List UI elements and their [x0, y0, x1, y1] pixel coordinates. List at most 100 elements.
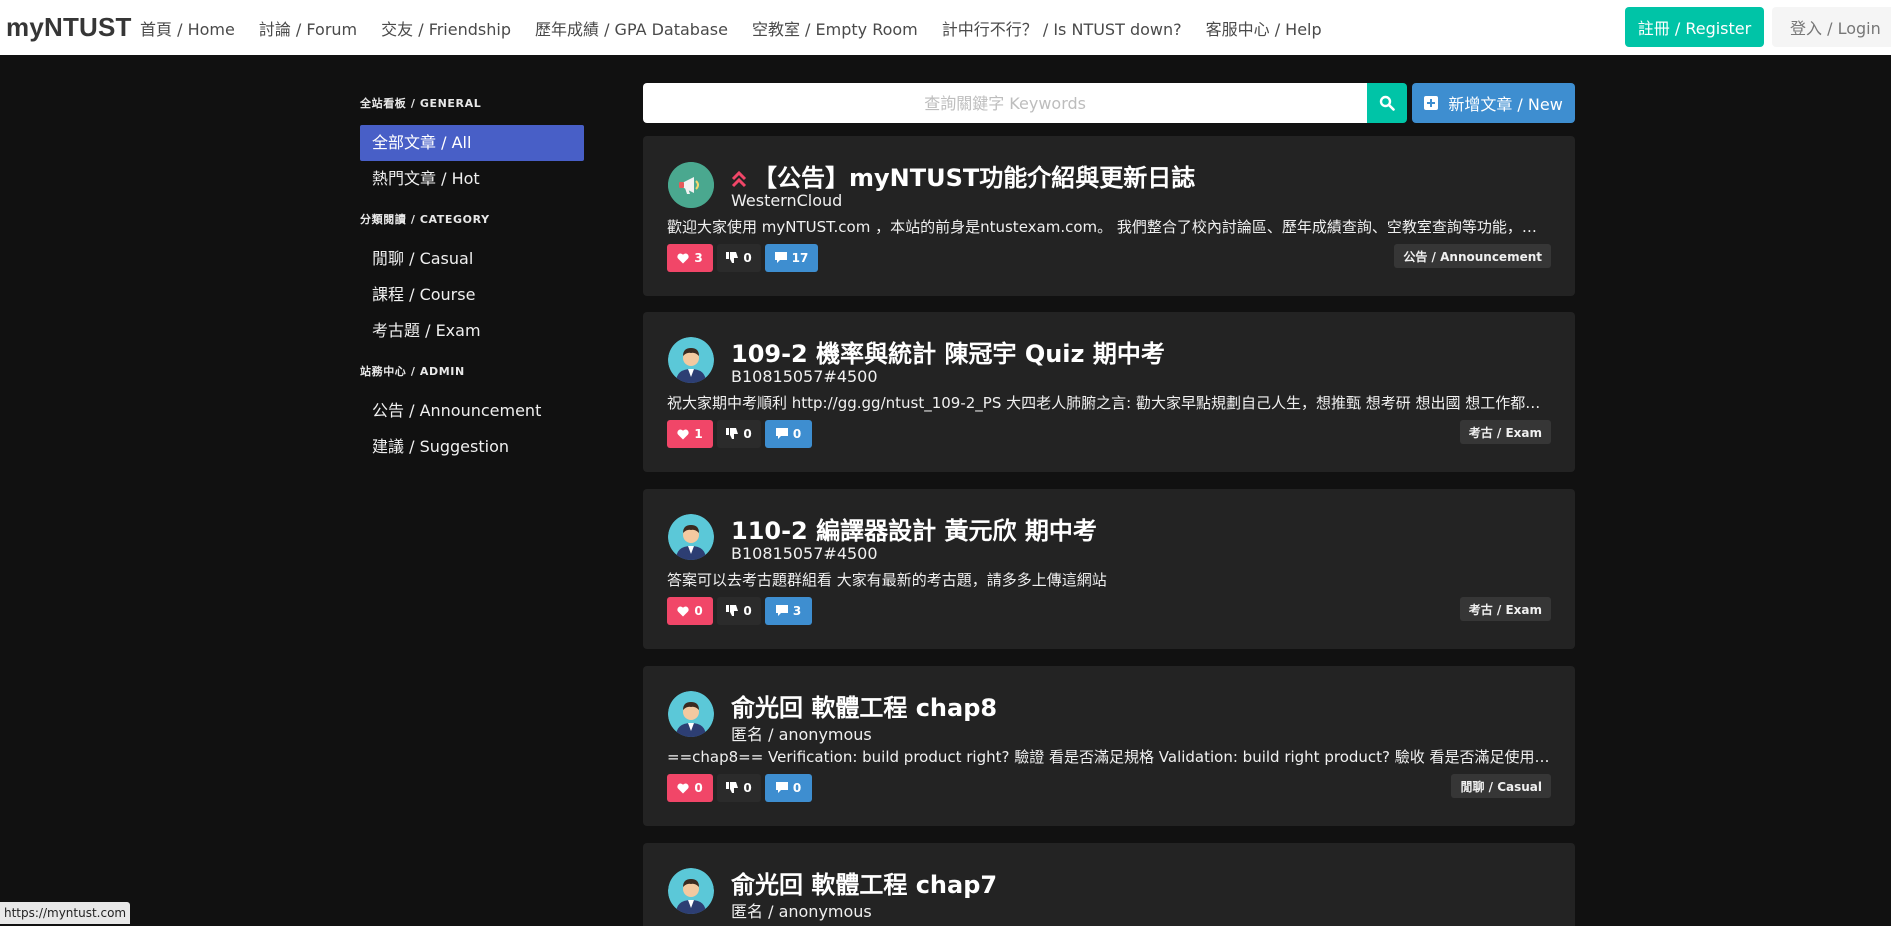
post-title[interactable]: 【公告】myNTUST功能介紹與更新日誌	[731, 158, 1195, 193]
login-button[interactable]: 登入 / Login	[1772, 7, 1891, 47]
comment-icon	[775, 605, 788, 616]
nav-gpa-database[interactable]: 歷年成績 / GPA Database	[535, 16, 728, 40]
dislike-count: 0	[743, 604, 752, 618]
register-button[interactable]: 註冊 / Register	[1625, 7, 1764, 47]
post-author[interactable]: WesternCloud	[731, 191, 842, 210]
sidebar-item-announcement[interactable]: 公告 / Announcement	[360, 393, 584, 429]
dislike-button[interactable]: 0	[717, 244, 761, 272]
category-tag[interactable]: 公告 / Announcement	[1394, 244, 1551, 268]
post-author[interactable]: B10815057#4500	[731, 544, 878, 563]
post-card[interactable]: 110-2 編譯器設計 黃元欣 期中考 B10815057#4500 答案可以去…	[643, 489, 1575, 649]
like-button[interactable]: 1	[667, 420, 713, 448]
post-feed: 新增文章 / New 【公告】myNTUST功能介紹與更新日誌 WesternC…	[643, 83, 1575, 926]
menu-label-general: 全站看板 / GENERAL	[360, 97, 482, 110]
category-tag[interactable]: 考古 / Exam	[1459, 597, 1551, 621]
post-title[interactable]: 109-2 機率與統計 陳冠宇 Quiz 期中考	[731, 334, 1165, 369]
comment-button[interactable]: 0	[765, 420, 812, 448]
post-excerpt: 祝大家期中考順利 http://gg.gg/ntust_109-2_PS 大四老…	[667, 394, 1551, 412]
sidebar-menu: 全站看板 / GENERAL 全部文章 / All 熱門文章 / Hot 分類閱…	[360, 93, 584, 477]
comment-count: 0	[792, 781, 802, 795]
comment-icon	[774, 252, 787, 263]
heart-icon	[677, 253, 689, 263]
dislike-count: 0	[743, 781, 752, 795]
thumbs-down-icon	[726, 428, 739, 439]
comment-button[interactable]: 3	[765, 597, 812, 625]
dislike-count: 0	[743, 427, 752, 441]
thumbs-down-icon	[726, 782, 739, 793]
nav-is-ntust-down[interactable]: 計中行不行？ / Is NTUST down?	[942, 16, 1182, 40]
double-chevron-up-icon	[731, 170, 747, 188]
post-title[interactable]: 110-2 編譯器設計 黃元欣 期中考	[731, 511, 1097, 546]
nav-home[interactable]: 首頁 / Home	[140, 16, 235, 40]
heart-icon	[677, 783, 689, 793]
search-bar: 新增文章 / New	[643, 83, 1575, 123]
like-count: 0	[694, 604, 703, 618]
sidebar-item-exam[interactable]: 考古題 / Exam	[360, 313, 584, 349]
post-title-text: 【公告】myNTUST功能介紹與更新日誌	[753, 164, 1196, 192]
search-button[interactable]	[1367, 83, 1408, 123]
post-card[interactable]: 【公告】myNTUST功能介紹與更新日誌 WesternCloud 歡迎大家使用…	[643, 136, 1575, 296]
nav-friendship[interactable]: 交友 / Friendship	[381, 16, 511, 40]
comment-icon	[775, 428, 788, 439]
dislike-button[interactable]: 0	[717, 420, 761, 448]
comment-icon	[775, 782, 788, 793]
menu-label-admin: 站務中心 / ADMIN	[360, 365, 465, 378]
heart-icon	[677, 606, 689, 616]
sidebar-item-suggestion[interactable]: 建議 / Suggestion	[360, 429, 584, 465]
search-icon	[1379, 95, 1395, 111]
nav-help[interactable]: 客服中心 / Help	[1206, 16, 1322, 40]
post-title[interactable]: 俞光回 軟體工程 chap7	[731, 865, 997, 900]
auth-buttons: 註冊 / Register 登入 / Login	[1625, 7, 1891, 47]
comment-count: 3	[792, 604, 802, 618]
new-post-label: 新增文章 / New	[1448, 95, 1563, 114]
post-card[interactable]: 俞光回 軟體工程 chap7 匿名 / anonymous	[643, 843, 1575, 926]
plus-square-icon	[1424, 96, 1439, 110]
like-button[interactable]: 0	[667, 597, 713, 625]
like-count: 1	[694, 427, 703, 441]
post-actions: 3 0 17	[667, 244, 822, 272]
nav-forum[interactable]: 討論 / Forum	[259, 16, 357, 40]
megaphone-avatar-icon	[668, 162, 714, 208]
new-post-button[interactable]: 新增文章 / New	[1412, 83, 1575, 123]
post-author[interactable]: 匿名 / anonymous	[731, 721, 872, 745]
post-excerpt: 歡迎大家使用 myNTUST.com ，本站的前身是ntustexam.com。…	[667, 218, 1551, 236]
post-card[interactable]: 109-2 機率與統計 陳冠宇 Quiz 期中考 B10815057#4500 …	[643, 312, 1575, 472]
post-excerpt: 答案可以去考古題群組看 大家有最新的考古題，請多多上傳這網站	[667, 571, 1107, 589]
post-author[interactable]: B10815057#4500	[731, 367, 878, 386]
dislike-button[interactable]: 0	[717, 597, 761, 625]
dislike-count: 0	[743, 251, 752, 265]
user-avatar-icon	[668, 691, 714, 737]
user-avatar-icon	[668, 337, 714, 383]
nav-links: 首頁 / Home 討論 / Forum 交友 / Friendship 歷年成…	[140, 16, 1346, 40]
comment-count: 0	[792, 427, 802, 441]
category-tag[interactable]: 閒聊 / Casual	[1451, 774, 1551, 798]
brand-logo[interactable]: myNTUST	[0, 12, 140, 43]
post-excerpt: ==chap8== Verification: build product ri…	[667, 748, 1551, 766]
post-actions: 1 0 0	[667, 420, 816, 448]
dislike-button[interactable]: 0	[717, 774, 761, 802]
sidebar-item-casual[interactable]: 閒聊 / Casual	[360, 241, 584, 277]
like-count: 0	[694, 781, 703, 795]
user-avatar-icon	[668, 868, 714, 914]
user-avatar-icon	[668, 514, 714, 560]
search-input[interactable]	[643, 83, 1368, 123]
post-card[interactable]: 俞光回 軟體工程 chap8 匿名 / anonymous ==chap8== …	[643, 666, 1575, 826]
thumbs-down-icon	[726, 252, 739, 263]
menu-label-category: 分類閱讀 / CATEGORY	[360, 213, 490, 226]
like-button[interactable]: 0	[667, 774, 713, 802]
comment-count: 17	[791, 251, 809, 265]
like-button[interactable]: 3	[667, 244, 713, 272]
heart-icon	[677, 429, 689, 439]
comment-button[interactable]: 0	[765, 774, 812, 802]
sidebar-item-course[interactable]: 課程 / Course	[360, 277, 584, 313]
sidebar-item-all[interactable]: 全部文章 / All	[360, 125, 584, 161]
nav-empty-room[interactable]: 空教室 / Empty Room	[752, 16, 918, 40]
post-title[interactable]: 俞光回 軟體工程 chap8	[731, 688, 997, 723]
comment-button[interactable]: 17	[765, 244, 818, 272]
category-tag[interactable]: 考古 / Exam	[1459, 420, 1551, 444]
post-author[interactable]: 匿名 / anonymous	[731, 898, 872, 922]
thumbs-down-icon	[726, 605, 739, 616]
sidebar-item-hot[interactable]: 熱門文章 / Hot	[360, 161, 584, 197]
post-actions: 0 0 3	[667, 597, 816, 625]
status-bar-url: https://myntust.com	[0, 902, 131, 924]
